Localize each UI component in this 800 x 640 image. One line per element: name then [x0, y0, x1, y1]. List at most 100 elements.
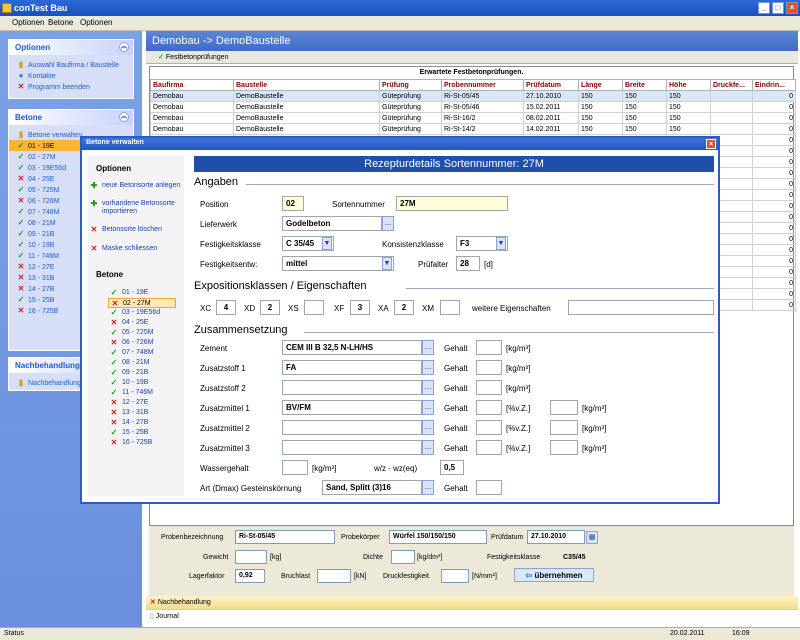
zus-field[interactable]: CEM III B 32,5 N-LH/HS: [282, 340, 422, 355]
xd-field[interactable]: 2: [260, 300, 280, 315]
column-header[interactable]: Probennummer: [441, 79, 524, 91]
kontakte-link[interactable]: ● Kontakte: [9, 70, 133, 81]
chevron-down-icon[interactable]: ▼: [382, 257, 392, 270]
dialog-beton-item[interactable]: ✕ 02 - 27M: [108, 298, 176, 308]
bruchlast-field[interactable]: [317, 569, 351, 583]
dialog-beton-item[interactable]: ✓ 10 - 19B: [108, 378, 176, 388]
column-header[interactable]: Höhe: [666, 79, 711, 91]
betonsorte-importieren-link[interactable]: ✚ vorhandene Betonsorte importieren: [91, 200, 182, 216]
zus-browse-button[interactable]: ...: [422, 360, 434, 375]
zus-browse-button[interactable]: ...: [422, 380, 434, 395]
gehalt-field[interactable]: [476, 440, 502, 455]
dialog-beton-item[interactable]: ✕ 06 - 726M: [108, 338, 176, 348]
dialog-beton-item[interactable]: ✓ 09 - 21B: [108, 368, 176, 378]
tab-festbetonpruefungen[interactable]: ✓ Festbetonprüfungen: [146, 51, 798, 64]
gehalt-field[interactable]: [476, 420, 502, 435]
close-button[interactable]: ×: [786, 2, 798, 14]
festigkeitsentw-select[interactable]: mittel: [282, 256, 394, 271]
dialog-beton-item[interactable]: ✕ 14 - 27B: [108, 418, 176, 428]
betone-header[interactable]: Betone ︽: [9, 110, 133, 125]
journal-bar[interactable]: ▯ Journal: [146, 609, 798, 622]
gehalt-field[interactable]: [476, 380, 502, 395]
zus-field[interactable]: [282, 420, 422, 435]
collapse-icon[interactable]: ︽: [119, 42, 129, 52]
weitere-eigenschaften-field[interactable]: [568, 300, 714, 315]
position-field[interactable]: 02: [282, 196, 304, 211]
dialog-beton-item[interactable]: ✕ 16 - 725B: [108, 438, 176, 448]
dialog-beton-item[interactable]: ✓ 08 - 21M: [108, 358, 176, 368]
pruefdatum-field[interactable]: 27.10.2010: [527, 530, 585, 544]
probenbezeichnung-field[interactable]: Ri-St-05/45: [235, 530, 335, 544]
neue-betonsorte-link[interactable]: ✚ neue Betonsorte anlegen: [91, 182, 182, 190]
dialog-beton-item[interactable]: ✓ 11 - 746M: [108, 388, 176, 398]
lagerfaktor-field[interactable]: 0,92: [235, 569, 265, 583]
menu-optionen-2[interactable]: Optionen: [80, 18, 112, 27]
sortennummer-field[interactable]: 27M: [396, 196, 508, 211]
wz-field[interactable]: 0,5: [440, 460, 464, 475]
dialog-beton-item[interactable]: ✕ 12 - 27E: [108, 398, 176, 408]
chevron-down-icon[interactable]: ▼: [322, 237, 332, 250]
gehalt-field[interactable]: [476, 340, 502, 355]
column-header[interactable]: Druckfe...: [710, 79, 753, 91]
column-header[interactable]: Breite: [622, 79, 667, 91]
gehalt2-field[interactable]: [550, 440, 578, 455]
maske-schliessen-link[interactable]: ✕ Maske schliessen: [91, 245, 182, 253]
zus-field[interactable]: [282, 380, 422, 395]
table-row[interactable]: Demobau DemoBaustelle Güteprüfung Ri-St-05/…: [150, 101, 796, 113]
dichte-field[interactable]: [391, 550, 415, 564]
menu-optionen[interactable]: Optionen: [12, 18, 44, 27]
table-row[interactable]: Demobau DemoBaustelle Güteprüfung Ri-St-16/…: [150, 112, 796, 124]
zus-browse-button[interactable]: ...: [422, 340, 434, 355]
dialog-beton-item[interactable]: ✓ 05 - 725M: [108, 328, 176, 338]
betonsorte-loeschen-link[interactable]: ✕ Betonsorte löschen: [91, 226, 182, 234]
maximize-button[interactable]: □: [772, 2, 784, 14]
art-gehalt-field[interactable]: [476, 480, 502, 495]
zus-field[interactable]: BV/FM: [282, 400, 422, 415]
uebernehmen-button[interactable]: ⇦ übernehmen: [514, 568, 594, 582]
auswahl-link[interactable]: ▮ Auswahl Baufirma / Baustelle: [9, 59, 133, 70]
gehalt-field[interactable]: [476, 360, 502, 375]
gehalt-field[interactable]: [476, 400, 502, 415]
zus-field[interactable]: [282, 440, 422, 455]
lieferwerk-browse-button[interactable]: ...: [382, 216, 394, 231]
column-header[interactable]: Baustelle: [233, 79, 380, 91]
optionen-header[interactable]: Optionen ︽: [9, 40, 133, 55]
column-header[interactable]: Prüfdatum: [523, 79, 579, 91]
gewicht-field[interactable]: [235, 550, 267, 564]
column-header[interactable]: Länge: [578, 79, 623, 91]
art-gesteinskoernung-field[interactable]: Sand, Splitt (3)16: [322, 480, 422, 495]
minimize-button[interactable]: _: [758, 2, 770, 14]
column-header[interactable]: Baufirma: [150, 79, 234, 91]
dialog-beton-item[interactable]: ✓ 07 - 748M: [108, 348, 176, 358]
column-header[interactable]: Prüfung: [379, 79, 442, 91]
menu-betone[interactable]: Betone: [48, 18, 73, 27]
collapse-icon[interactable]: ︽: [119, 112, 129, 122]
dialog-beton-item[interactable]: ✓ 01 - 19E: [108, 288, 176, 298]
gehalt2-field[interactable]: [550, 400, 578, 415]
druckfestigkeit-field[interactable]: [441, 569, 469, 583]
pruefalter-field[interactable]: 28: [456, 256, 480, 271]
nachbehandlung-bar[interactable]: ✕ Nachbehandlung: [146, 596, 798, 609]
gehalt2-field[interactable]: [550, 420, 578, 435]
wassergehalt-field[interactable]: [282, 460, 308, 475]
dialog-close-button[interactable]: ×: [706, 139, 716, 149]
dialog-beton-item[interactable]: ✓ 15 - 25B: [108, 428, 176, 438]
zus-field[interactable]: FA: [282, 360, 422, 375]
xm-field[interactable]: [440, 300, 460, 315]
xf-field[interactable]: 3: [350, 300, 370, 315]
xa-field[interactable]: 2: [394, 300, 414, 315]
xs-field[interactable]: [304, 300, 324, 315]
probekoerper-field[interactable]: Würfel 150/150/150: [389, 530, 487, 544]
column-header[interactable]: Eindrin...: [752, 79, 796, 91]
table-row[interactable]: Demobau DemoBaustelle Güteprüfung Ri-St-05/…: [150, 90, 796, 102]
art-browse-button[interactable]: ...: [422, 480, 434, 495]
programm-beenden-link[interactable]: ✕ Programm beenden: [9, 81, 133, 92]
zus-browse-button[interactable]: ...: [422, 440, 434, 455]
lieferwerk-field[interactable]: Godelbeton: [282, 216, 382, 231]
table-row[interactable]: Demobau DemoBaustelle Güteprüfung Ri-St-14/…: [150, 123, 796, 135]
dialog-beton-item[interactable]: ✓ 03 - 19E56d: [108, 308, 176, 318]
zus-browse-button[interactable]: ...: [422, 400, 434, 415]
dialog-beton-item[interactable]: ✕ 13 - 31B: [108, 408, 176, 418]
dialog-beton-item[interactable]: ✕ 04 - 25E: [108, 318, 176, 328]
calendar-icon[interactable]: ▦: [586, 531, 598, 544]
